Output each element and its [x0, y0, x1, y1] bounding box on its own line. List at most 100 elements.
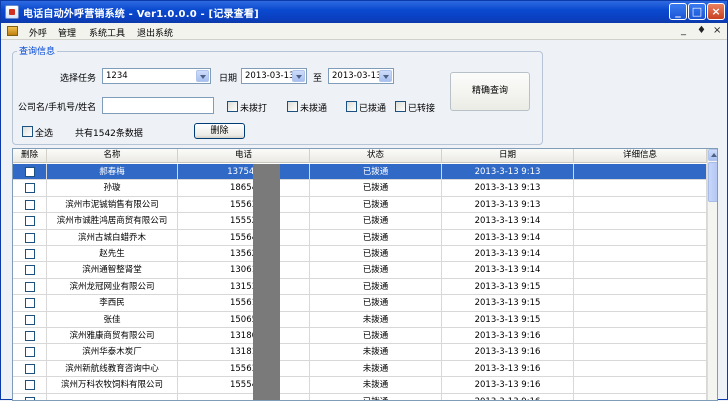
- row-details-cell: [574, 196, 707, 213]
- row-delete-cell[interactable]: [13, 377, 47, 394]
- row-name-cell: 滨州市诚胜鸿居商贸有限公司: [47, 213, 178, 230]
- row-details-cell: [574, 180, 707, 197]
- table-row[interactable]: 滨州万科农牧饲料有限公司 15554 未拨通 2013-3-13 9:16: [13, 377, 707, 394]
- menu-outbound-call[interactable]: 外呼: [29, 26, 47, 39]
- row-delete-checkbox[interactable]: [25, 167, 35, 177]
- table-row[interactable]: 滨州新航线教育咨询中心 15563 未拨通 2013-3-13 9:16: [13, 360, 707, 378]
- minimize-button[interactable]: _: [669, 3, 687, 20]
- child-restore-icon[interactable]: ♦: [697, 25, 706, 36]
- row-delete-checkbox[interactable]: [25, 232, 35, 243]
- select-all-checkbox[interactable]: [22, 126, 33, 137]
- column-header-name[interactable]: 名称: [47, 149, 178, 163]
- row-delete-checkbox[interactable]: [25, 347, 35, 358]
- row-details-cell: [574, 246, 707, 262]
- row-delete-cell[interactable]: [13, 180, 47, 197]
- date-to-arrow-icon[interactable]: [379, 70, 392, 82]
- row-delete-cell[interactable]: [13, 344, 47, 361]
- row-delete-checkbox[interactable]: [25, 249, 35, 259]
- row-status-cell: 已拨通: [310, 328, 442, 344]
- table-row[interactable]: 滨州雅康商贸有限公司 13186 已拨通 2013-3-13 9:16: [13, 328, 707, 345]
- column-header-date[interactable]: 日期: [442, 149, 574, 163]
- table-row[interactable]: 李西民 15561 已拨通 2013-3-13 9:15: [13, 295, 707, 312]
- row-delete-cell[interactable]: [13, 311, 47, 328]
- table-row[interactable]: 滨州市诚胜鸿居商贸有限公司 15552 已拨通 2013-3-13 9:14: [13, 213, 707, 230]
- transferred-checkbox[interactable]: [395, 101, 406, 112]
- date-from-picker[interactable]: 2013-03-13: [241, 68, 307, 84]
- menu-system-tools[interactable]: 系统工具: [89, 26, 125, 39]
- row-delete-cell[interactable]: [13, 262, 47, 279]
- precise-query-button[interactable]: 精确查询: [450, 72, 530, 111]
- row-status-cell: 已拨通: [310, 196, 442, 213]
- not-dialed-checkbox[interactable]: [227, 101, 238, 112]
- close-button[interactable]: ×: [707, 3, 725, 20]
- row-name-cell: 滨州通智整肾堂: [47, 262, 178, 279]
- row-delete-checkbox[interactable]: [25, 265, 35, 276]
- row-delete-checkbox[interactable]: [25, 331, 35, 341]
- row-delete-cell[interactable]: [13, 164, 47, 180]
- row-delete-checkbox[interactable]: [25, 396, 35, 400]
- table-row[interactable]: 滨州通智整肾堂 13061 已拨通 2013-3-13 9:14: [13, 262, 707, 279]
- child-minimize-icon[interactable]: _: [681, 25, 686, 36]
- menu-manage[interactable]: 管理: [58, 26, 76, 39]
- task-dropdown-arrow-icon[interactable]: [196, 70, 209, 82]
- row-delete-cell[interactable]: [13, 246, 47, 262]
- child-close-icon[interactable]: ×: [713, 25, 721, 36]
- row-date-cell: 2013-3-13 9:15: [442, 295, 574, 312]
- grid-header: 删除 名称 电话 状态 日期 详细信息: [13, 149, 707, 163]
- scroll-thumb[interactable]: [708, 162, 717, 202]
- row-date-cell: 2013-3-13 9:15: [442, 278, 574, 295]
- row-delete-checkbox[interactable]: [25, 298, 35, 309]
- maximize-button[interactable]: □: [688, 3, 706, 20]
- table-row[interactable]: 滨州古城白蜡乔木 15564 已拨通 2013-3-13 9:14: [13, 229, 707, 246]
- menu-exit-system[interactable]: 退出系统: [137, 26, 173, 39]
- row-status-cell: 已拨通: [310, 229, 442, 246]
- row-date-cell: 2013-3-13 9:16: [442, 344, 574, 361]
- vertical-scrollbar[interactable]: [707, 149, 717, 400]
- row-delete-checkbox[interactable]: [25, 281, 35, 292]
- delete-button[interactable]: 删除: [194, 123, 245, 139]
- task-select[interactable]: 1234: [102, 68, 211, 84]
- table-row[interactable]: 张佳 15065 未拨通 2013-3-13 9:15: [13, 311, 707, 328]
- row-delete-cell[interactable]: [13, 295, 47, 312]
- search-input[interactable]: [102, 97, 214, 114]
- row-delete-checkbox[interactable]: [25, 314, 35, 325]
- row-date-cell: 2013-3-13 9:16: [442, 328, 574, 344]
- row-delete-cell[interactable]: [13, 229, 47, 246]
- row-delete-cell[interactable]: [13, 360, 47, 377]
- app-icon: [5, 5, 19, 19]
- table-row[interactable]: 滨州市泥铖销售有限公司 15563 已拨通 2013-3-13 9:13: [13, 196, 707, 214]
- table-row[interactable]: 滨州龙冠网业有限公司 13153 已拨通 2013-3-13 9:15: [13, 278, 707, 296]
- table-row[interactable]: 滨州华泰木炭厂 13181 未拨通 2013-3-13 9:16: [13, 344, 707, 361]
- column-header-details[interactable]: 详细信息: [574, 149, 707, 163]
- connected-checkbox[interactable]: [346, 101, 357, 112]
- row-name-cell: 滨州古城白蜡乔木: [47, 229, 178, 246]
- scroll-up-arrow-icon[interactable]: [708, 149, 717, 161]
- date-to-picker[interactable]: 2013-03-13: [328, 68, 394, 84]
- column-header-status[interactable]: 状态: [310, 149, 442, 163]
- row-delete-checkbox[interactable]: [25, 363, 35, 374]
- row-date-cell: 2013-3-13 9:14: [442, 262, 574, 279]
- document-icon[interactable]: [7, 26, 18, 36]
- row-details-cell: [574, 360, 707, 377]
- row-delete-cell[interactable]: [13, 196, 47, 213]
- row-delete-checkbox[interactable]: [25, 380, 35, 391]
- row-details-cell: [574, 344, 707, 361]
- row-details-cell: [574, 278, 707, 295]
- row-delete-cell[interactable]: [13, 213, 47, 230]
- table-row[interactable]: 赵先生 13562 已拨通 2013-3-13 9:14: [13, 246, 707, 263]
- connected-label: 已拨通: [359, 104, 387, 114]
- row-delete-checkbox[interactable]: [25, 216, 35, 227]
- table-row[interactable]: 孙璇 18654 已拨通 2013-3-13 9:13: [13, 180, 707, 197]
- date-from-arrow-icon[interactable]: [292, 70, 305, 82]
- row-delete-cell[interactable]: [13, 328, 47, 344]
- row-delete-cell[interactable]: [13, 278, 47, 295]
- row-details-cell: [574, 229, 707, 246]
- row-delete-checkbox[interactable]: [25, 183, 35, 194]
- column-header-delete[interactable]: 删除: [13, 149, 47, 163]
- row-name-cell: 滨州龙冠网业有限公司: [47, 278, 178, 295]
- row-delete-checkbox[interactable]: [25, 199, 35, 210]
- title-bar[interactable]: 电话自动外呼营销系统 - Ver1.0.0.0 - [记录查看] _ □ ×: [1, 1, 727, 23]
- column-header-phone[interactable]: 电话: [178, 149, 310, 163]
- not-connected-checkbox[interactable]: [287, 101, 298, 112]
- table-row[interactable]: 郝春梅 137546 已拨通 2013-3-13 9:13: [13, 164, 707, 181]
